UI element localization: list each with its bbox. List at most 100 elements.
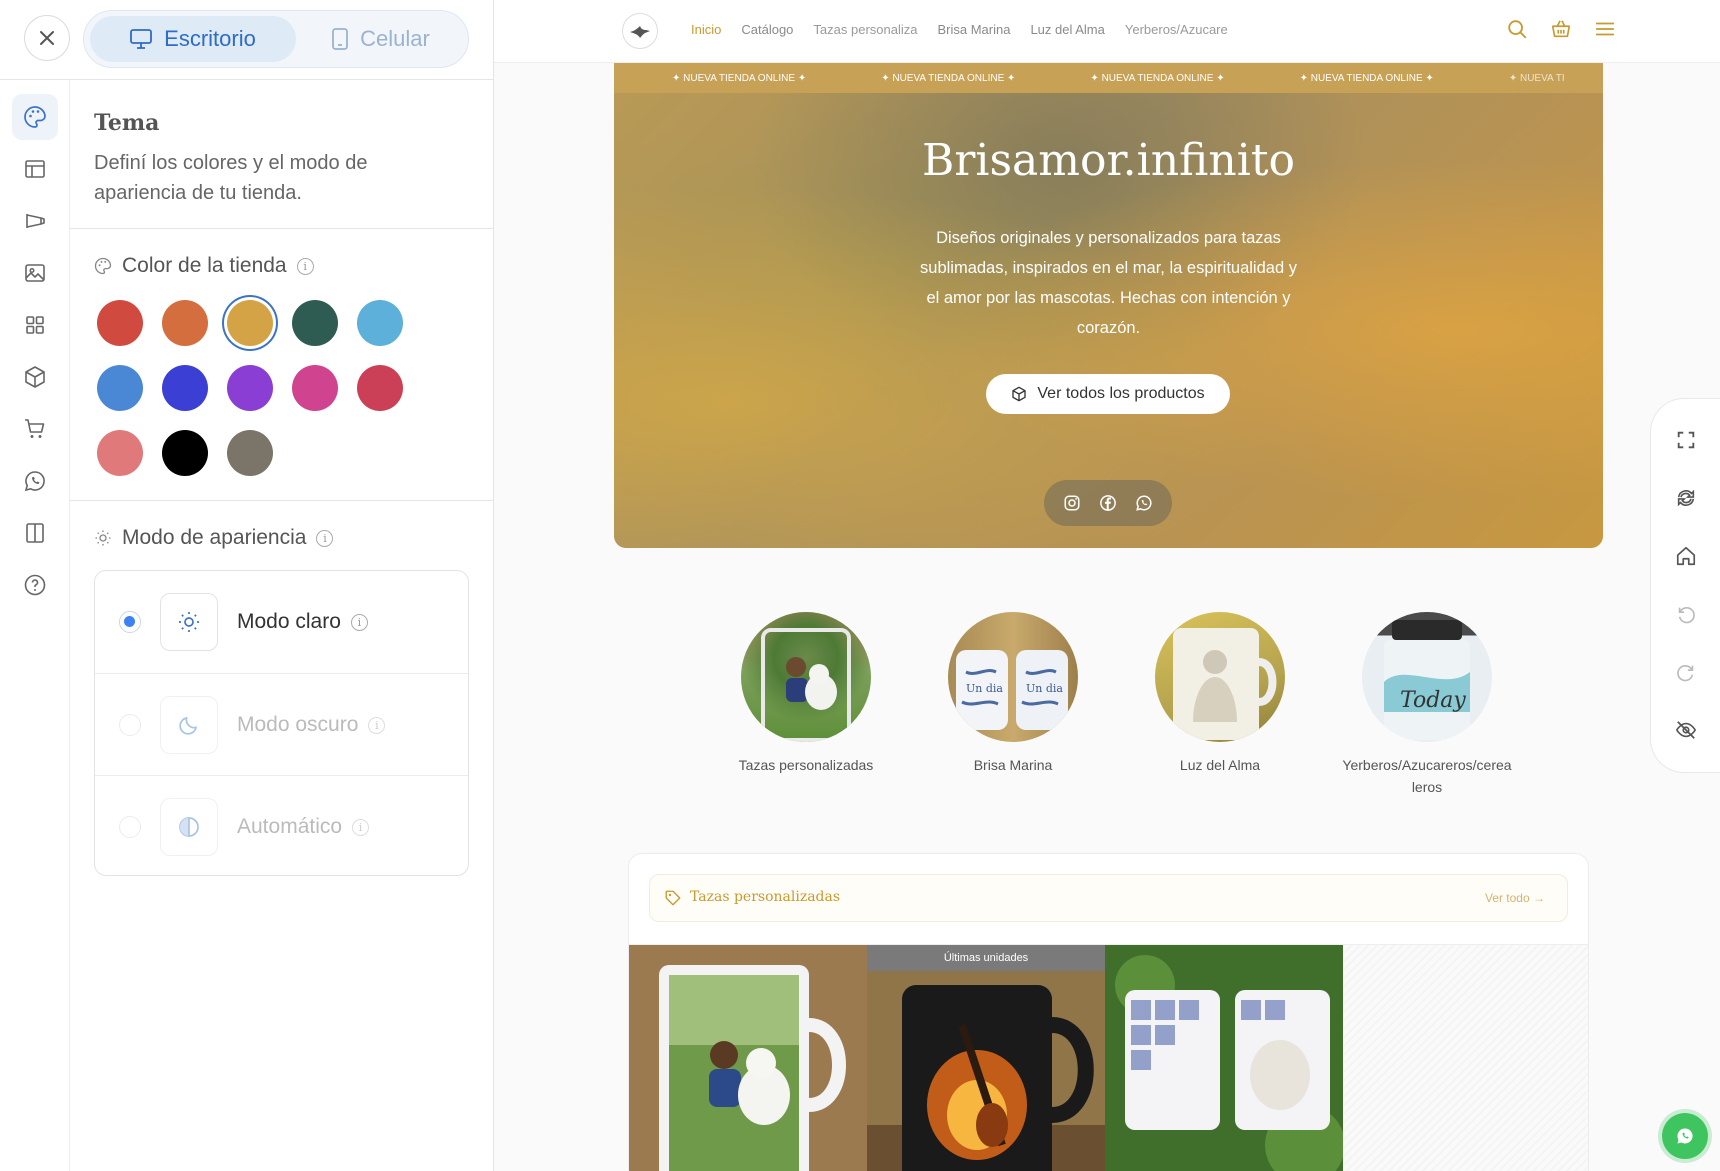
whatsapp-icon[interactable] (1135, 494, 1153, 512)
mode-auto-icon-box (160, 798, 218, 856)
color-swatch-orange[interactable] (162, 300, 208, 346)
rail-layout-button[interactable] (12, 146, 58, 192)
category-label: Tazas personalizadas (738, 757, 874, 773)
category-label: Luz del Alma (1179, 757, 1261, 773)
info-icon[interactable]: i (316, 529, 334, 547)
rail-theme-button[interactable] (12, 94, 58, 140)
hero-description: Diseños originales y personalizados para… (920, 229, 1297, 337)
rail-columns-button[interactable] (12, 510, 58, 556)
ticker-item: ✦ NUEVA TIENDA ONLINE ✦ (1090, 72, 1225, 84)
preview-tools (1650, 398, 1720, 773)
menu-icon[interactable] (1594, 18, 1616, 40)
whatsapp-float-button[interactable] (1662, 1113, 1708, 1159)
svg-text:Today: Today (1400, 688, 1466, 713)
store-color-label: Color de la tienda i (94, 254, 314, 278)
mode-light-radio[interactable] (119, 611, 141, 633)
mode-auto-option[interactable]: Automático i (95, 776, 468, 875)
mobile-view-button[interactable]: Celular (299, 16, 463, 62)
mode-dark-option[interactable]: Modo oscuro i (95, 674, 468, 776)
color-swatch-purple[interactable] (227, 365, 273, 411)
category-luz-del-alma[interactable]: Luz del Alma (1125, 612, 1315, 776)
rail-images-button[interactable] (12, 250, 58, 296)
product-card[interactable] (629, 945, 867, 1171)
box-icon (1012, 386, 1027, 402)
color-swatch-salmon[interactable] (97, 430, 143, 476)
half-circle-icon (179, 817, 199, 837)
palette-icon (24, 106, 46, 128)
view-all-text: Ver todo (1484, 891, 1530, 905)
social-links (1044, 480, 1172, 526)
nav-link-yerberos[interactable]: Yerberos/Azucare (1125, 22, 1228, 37)
color-swatch-indigo[interactable] (162, 365, 208, 411)
editor-icon-rail (0, 80, 70, 1171)
category-tazas-personalizadas[interactable]: Tazas personalizadas (711, 612, 901, 776)
theme-settings: Tema Definí los colores y el modo de apa… (70, 80, 494, 1171)
info-icon[interactable]: i (368, 716, 386, 734)
redo-icon (1677, 665, 1694, 682)
store-nav-links: Inicio Catálogo Tazas personaliza Brisa … (691, 22, 1228, 37)
color-swatch-pink[interactable] (292, 365, 338, 411)
color-swatch-blue[interactable] (97, 365, 143, 411)
color-swatch-dark-green[interactable] (292, 300, 338, 346)
phone-icon (332, 28, 349, 50)
store-logo[interactable] (622, 13, 658, 49)
product-card[interactable] (1105, 945, 1343, 1171)
basket-icon[interactable] (1550, 18, 1572, 40)
info-icon[interactable]: i (352, 818, 370, 836)
store-navbar: Inicio Catálogo Tazas personaliza Brisa … (494, 0, 1720, 63)
sun-icon (95, 530, 111, 546)
info-icon[interactable]: i (350, 613, 368, 631)
desktop-view-button[interactable]: Escritorio (90, 16, 296, 62)
home-icon (1676, 546, 1696, 566)
view-all-link[interactable]: Ver todo → (1485, 891, 1545, 905)
refresh-button[interactable] (1673, 485, 1699, 511)
rail-cart-button[interactable] (12, 406, 58, 452)
product-section-header: Tazas personalizadas Ver todo → (649, 874, 1568, 922)
color-swatch-taupe[interactable] (227, 430, 273, 476)
product-section-title: Tazas personalizadas (690, 889, 841, 905)
monitor-icon (130, 29, 153, 49)
nav-link-brisa-marina[interactable]: Brisa Marina (937, 22, 1010, 37)
category-image: Today (1362, 612, 1492, 742)
category-brisa-marina[interactable]: Un dia Un dia Brisa Marina (918, 612, 1108, 776)
mode-dark-radio[interactable] (119, 714, 141, 736)
color-swatch-red[interactable] (97, 300, 143, 346)
instagram-icon[interactable] (1063, 494, 1081, 512)
svg-text:Un dia: Un dia (1026, 682, 1063, 695)
category-image (741, 612, 871, 742)
svg-text:Un dia: Un dia (966, 682, 1003, 695)
home-button[interactable] (1673, 543, 1699, 569)
color-swatch-crimson[interactable] (357, 365, 403, 411)
close-button[interactable] (24, 15, 70, 61)
info-icon[interactable]: i (296, 257, 314, 275)
nav-link-inicio[interactable]: Inicio (691, 22, 721, 37)
rail-sections-button[interactable] (12, 302, 58, 348)
desktop-view-label: Escritorio (164, 26, 256, 51)
nav-link-luz-del-alma[interactable]: Luz del Alma (1030, 22, 1104, 37)
mode-light-option[interactable]: Modo claro i (95, 571, 468, 673)
hide-preview-button[interactable] (1673, 717, 1699, 743)
close-icon (40, 31, 54, 45)
rail-announcements-button[interactable] (12, 198, 58, 244)
search-icon[interactable] (1506, 18, 1528, 40)
category-image: Un dia Un dia (948, 612, 1078, 742)
nav-link-tazas[interactable]: Tazas personaliza (813, 22, 917, 37)
fullscreen-button[interactable] (1673, 427, 1699, 453)
facebook-icon[interactable] (1099, 494, 1117, 512)
color-swatch-gold[interactable] (227, 300, 273, 346)
category-yerberos[interactable]: Today Yerberos/Azucareros/cerea leros (1332, 612, 1522, 798)
rail-whatsapp-button[interactable] (12, 458, 58, 504)
product-section-card: Tazas personalizadas Ver todo → Últimas … (628, 853, 1589, 1171)
view-all-products-button[interactable]: Ver todos los productos (986, 374, 1230, 414)
product-card[interactable]: Últimas unidades (867, 945, 1105, 1171)
redo-button[interactable] (1673, 659, 1699, 685)
undo-button[interactable] (1673, 601, 1699, 627)
nav-link-catalogo[interactable]: Catálogo (741, 22, 793, 37)
mode-light-text: Modo claro (237, 610, 341, 633)
rail-products-button[interactable] (12, 354, 58, 400)
color-swatch-light-blue[interactable] (357, 300, 403, 346)
arrow-right-icon: → (1533, 891, 1545, 905)
mode-auto-radio[interactable] (119, 816, 141, 838)
rail-help-button[interactable] (12, 562, 58, 608)
color-swatch-black[interactable] (162, 430, 208, 476)
